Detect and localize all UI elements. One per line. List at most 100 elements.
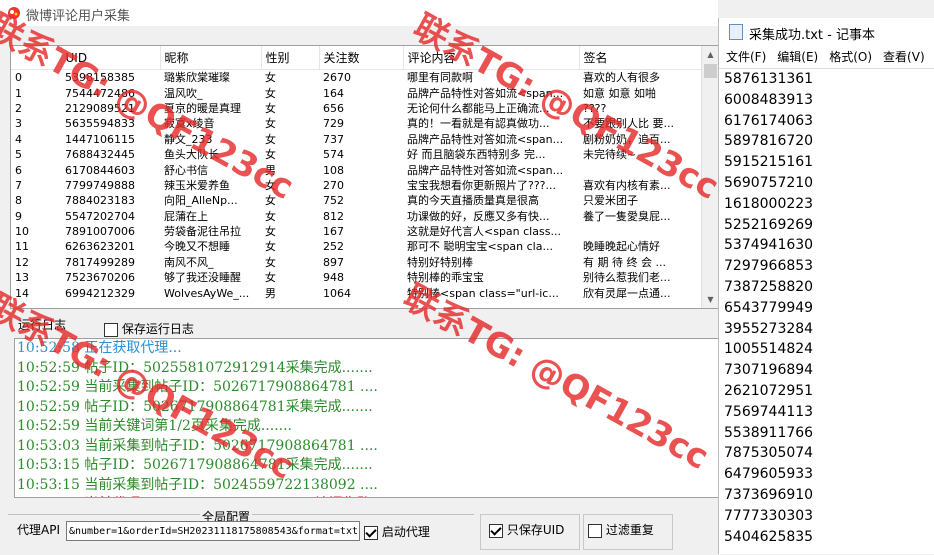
notepad-line: 7373696910 <box>724 486 814 503</box>
cell-nickname: 够了我还没睡醒 <box>164 271 241 285</box>
notepad-menu-item[interactable]: 文件(F) <box>726 50 766 64</box>
table-row[interactable]: 14 6994212329 WolvesAyWe_... 男 1064 特别棒<span … <box>11 285 702 300</box>
scrollbar-thumb[interactable] <box>704 64 717 78</box>
log-label: 运行日志 <box>18 318 67 332</box>
cell-nickname: 静文_233 <box>164 132 213 146</box>
column-header-nickname[interactable]: 昵称 <box>160 46 262 70</box>
cell-signature: ???? <box>583 101 607 115</box>
scroll-up-icon[interactable]: ▲ <box>702 46 719 63</box>
column-header-gender[interactable]: 性别 <box>261 46 320 70</box>
notepad-line: 2621072951 <box>724 382 814 399</box>
enable-proxy-label: 启动代理 <box>381 525 430 539</box>
cell-nickname: 夏京的暖是真理 <box>164 101 241 115</box>
only-uid-checkbox[interactable]: 只保存UID <box>489 521 564 538</box>
table-row[interactable]: 2 2129089521 夏京的暖是真理 女 656 无论何什么都能马上正确流...???… <box>11 101 702 116</box>
column-header-signature[interactable]: 签名 <box>579 46 703 70</box>
cell-row-index: 7 <box>15 178 22 192</box>
table-row[interactable]: 3 5635594833 寂寞x绫音 女 729 真的！一看就是有認真做功... 不要跟别人… <box>11 116 702 131</box>
cell-gender: 女 <box>265 225 276 239</box>
table-row[interactable]: 1 7544472486 温风吹_ 女 164 品牌产品特性对答如流<span... 如意 … <box>11 85 702 100</box>
column-header-follow-count[interactable]: 关注数 <box>319 46 404 70</box>
cell-row-index: 1 <box>15 86 22 100</box>
checkbox-checked-icon[interactable] <box>489 523 503 538</box>
table-row[interactable]: 5 7688432445 鱼头大队长 女 574 好 而且脑袋东西特别多 完... 未完待续… <box>11 147 702 162</box>
notepad-line: 1618000223 <box>724 195 814 212</box>
cell-gender: 女 <box>265 71 276 85</box>
scroll-down-icon[interactable]: ▼ <box>702 291 719 308</box>
save-log-checkbox[interactable]: 保存运行日志 <box>104 320 194 337</box>
cell-gender: 女 <box>265 86 276 100</box>
cell-uid: 7817499289 <box>65 255 135 269</box>
cell-comment: 无论何什么都能马上正确流... <box>407 101 550 115</box>
table-scrollbar[interactable]: ▲ ▼ <box>701 46 719 308</box>
cell-comment: 这就是好代言人<span class... <box>407 225 561 239</box>
table-row[interactable]: 13 7523670206 够了我还没睡醒 女 948 特别棒的乖宝宝 别待么惹我们老... <box>11 270 702 285</box>
table-row[interactable]: 7 7799749888 辣玉米爱养鱼 女 270 宝宝我想看你更新照片了???... 喜欢… <box>11 178 702 193</box>
cell-follow-count: 574 <box>323 148 344 162</box>
notepad-line: 6008483913 <box>724 91 814 108</box>
checkbox-icon[interactable] <box>588 523 602 538</box>
cell-comment: 功课做的好，反應又多有快... <box>407 209 550 223</box>
column-header-uid[interactable]: UID <box>61 46 161 70</box>
cell-comment: 真的今天直播质量真是很高 <box>407 194 539 208</box>
run-log[interactable]: 10:52:58 正在获取代理... 10:52:59 帖子ID：50255810… <box>14 338 720 498</box>
user-table[interactable]: UID 昵称 性别 关注数 评论内容 签名 0 5398158385 璐紫欣棠璀璨女 2670 哪… <box>10 45 720 309</box>
table-row[interactable]: 10 7891007006 劳袋备泥往吊拉 女 167 这就是好代言人<span clas… <box>11 224 702 239</box>
table-row[interactable]: 9 5547202704 屁蒲在上 女 812 功课做的好，反應又多有快... 養了一隻愛臭… <box>11 209 702 224</box>
notepad-text-area[interactable]: 5876131361 6008483913 6176174063 5897816720… <box>719 68 934 555</box>
enable-proxy-checkbox[interactable]: 启动代理 <box>364 523 430 540</box>
notepad-menu-item[interactable]: 编辑(E) <box>777 50 818 64</box>
cell-uid: 6170844603 <box>65 163 135 177</box>
log-line: 10:53:03 当前采集到帖子ID：5026717908864781 .... <box>17 437 378 454</box>
cell-uid: 1447106115 <box>65 132 135 146</box>
table-row[interactable]: 6 6170844603 舒心书信 男 108 品牌产品特性对答如流<span... <box>11 162 702 177</box>
column-header-row-index[interactable] <box>11 46 62 70</box>
cell-comment: 好 而且脑袋东西特别多 完... <box>407 148 546 162</box>
cell-signature: 未完待续~ <box>583 148 637 162</box>
cell-signature: 欣有灵犀一点通... <box>583 286 671 300</box>
dedupe-checkbox[interactable]: 过滤重复 <box>588 521 654 538</box>
cell-gender: 女 <box>265 148 276 162</box>
column-header-comment[interactable]: 评论内容 <box>403 46 580 70</box>
cell-nickname: 今晚又不想睡 <box>164 240 230 254</box>
cell-signature: 喜欢的人有很多 <box>583 71 660 85</box>
cell-follow-count: 812 <box>323 209 344 223</box>
notepad-menu-item[interactable]: 查看(V) <box>883 50 925 64</box>
cell-nickname: 舒心书信 <box>164 163 208 177</box>
notepad-line: 7297966853 <box>724 258 814 275</box>
notepad-line: 6543779949 <box>724 299 814 316</box>
table-row[interactable]: 4 1447106115 静文_233 女 737 品牌产品特性对答如流<span... 剧… <box>11 132 702 147</box>
notepad-line: 5897816720 <box>724 133 814 150</box>
cell-signature: 剧粉奶奶，追百... <box>583 132 671 146</box>
notepad-window: 采集成功.txt - 记事本 文件(F) 编辑(E) 格式(O) 查看(V) 5876… <box>718 18 934 554</box>
notepad-menu-item[interactable]: 格式(O) <box>829 50 872 64</box>
cell-row-index: 3 <box>15 117 22 131</box>
checkbox-icon[interactable] <box>104 322 118 337</box>
cell-comment: 品牌产品特性对答如流<span... <box>407 132 564 146</box>
cell-signature: 不要跟别人比 要... <box>583 117 674 131</box>
app-icon <box>8 7 20 19</box>
cell-follow-count: 2670 <box>323 71 351 85</box>
proxy-api-input[interactable]: &number=1&orderId=SH20231118175808543&fo… <box>66 521 360 541</box>
notepad-line: 7777330303 <box>724 507 814 524</box>
table-row[interactable]: 0 5398158385 璐紫欣棠璀璨 女 2670 哪里有同款啊 喜欢的人有很多 <box>11 70 702 86</box>
cell-signature: 養了一隻愛臭屁... <box>583 209 671 223</box>
cell-row-index: 9 <box>15 209 22 223</box>
cell-uid: 7523670206 <box>65 271 135 285</box>
cell-follow-count: 167 <box>323 225 344 239</box>
cell-uid: 6263623201 <box>65 240 135 254</box>
notepad-line: 6479605933 <box>724 466 814 483</box>
cell-follow-count: 656 <box>323 101 344 115</box>
cell-comment: 品牌产品特性对答如流<span... <box>407 163 564 177</box>
cell-row-index: 10 <box>15 225 29 239</box>
cell-comment: 宝宝我想看你更新照片了???... <box>407 178 557 192</box>
notepad-line: 6176174063 <box>724 112 814 129</box>
table-row[interactable]: 8 7884023183 向阳_AlleNp... 女 752 真的今天直播质量真是很高 只… <box>11 193 702 208</box>
cell-signature: 只爱米团子 <box>583 194 638 208</box>
checkbox-checked-icon[interactable] <box>364 525 378 540</box>
cell-uid: 5635594833 <box>65 117 135 131</box>
table-row[interactable]: 12 7817499289 南风不风_ 女 897 特别好特别棒 有 期 待 终 会 ... <box>11 255 702 270</box>
notepad-line: 5404625835 <box>724 528 814 545</box>
table-row[interactable]: 11 6263623201 今晚又不想睡 女 252 那可不 聪明宝宝<span cla.… <box>11 239 702 254</box>
cell-row-index: 13 <box>15 271 29 285</box>
